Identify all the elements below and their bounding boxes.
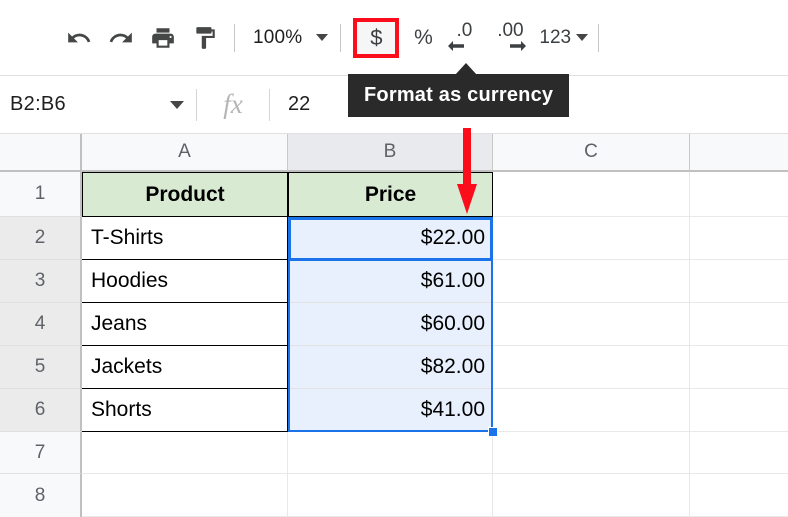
red-down-arrow <box>455 128 479 223</box>
cell-a8[interactable] <box>82 474 288 517</box>
cell-b2[interactable]: $22.00 <box>288 217 493 260</box>
cell-d7[interactable] <box>690 432 788 474</box>
paint-format-button[interactable] <box>184 17 226 59</box>
cell-d4[interactable] <box>690 303 788 346</box>
cell-b5[interactable]: $82.00 <box>288 346 493 389</box>
cell-a6[interactable]: Shorts <box>82 389 288 432</box>
arrow-left-icon <box>446 36 466 58</box>
row-header-4[interactable]: 4 <box>0 303 82 346</box>
select-all-corner[interactable] <box>0 134 82 172</box>
cell-c7[interactable] <box>493 432 690 474</box>
cell-d2[interactable] <box>690 217 788 260</box>
cell-c3[interactable] <box>493 260 690 303</box>
cell-a2[interactable]: T-Shirts <box>82 217 288 260</box>
undo-button[interactable] <box>58 17 100 59</box>
zoom-value: 100% <box>253 26 303 48</box>
name-box-value: B2:B6 <box>10 93 66 115</box>
cell-a5[interactable]: Jackets <box>82 346 288 389</box>
cell-d5[interactable] <box>690 346 788 389</box>
cell-b4[interactable]: $60.00 <box>288 303 493 346</box>
column-header-a[interactable]: A <box>82 134 288 172</box>
toolbar-left-spacer <box>0 37 58 38</box>
decrease-decimal-places-button[interactable]: .0 <box>441 16 487 60</box>
cell-c5[interactable] <box>493 346 690 389</box>
tooltip-pointer <box>455 63 477 75</box>
row-header-2[interactable]: 2 <box>0 217 82 260</box>
row-header-7[interactable]: 7 <box>0 432 82 474</box>
print-icon <box>150 25 176 51</box>
currency-button-wrapper: $ <box>353 17 400 58</box>
cell-d3[interactable] <box>690 260 788 303</box>
cell-b8[interactable] <box>288 474 493 517</box>
name-box[interactable]: B2:B6 <box>0 76 196 133</box>
cell-c8[interactable] <box>493 474 690 517</box>
cell-a3[interactable]: Hoodies <box>82 260 288 303</box>
row-header-1[interactable]: 1 <box>0 172 82 217</box>
currency-icon: $ <box>370 24 383 50</box>
spreadsheet-grid: A B C 1 2 3 4 5 6 7 8 Product Price T-Sh… <box>0 134 788 517</box>
percent-icon: % <box>414 25 433 49</box>
column-header-d[interactable] <box>690 134 788 172</box>
fill-handle[interactable] <box>488 427 498 437</box>
increase-decimal-places-button[interactable]: .00 <box>487 16 533 60</box>
cell-d1[interactable] <box>690 172 788 217</box>
cell-c2[interactable] <box>493 217 690 260</box>
toolbar-divider-3 <box>598 23 600 52</box>
cell-b6[interactable]: $41.00 <box>288 389 493 432</box>
cell-a4[interactable]: Jeans <box>82 303 288 346</box>
cell-d6[interactable] <box>690 389 788 432</box>
chevron-down-icon[interactable] <box>170 100 184 109</box>
arrow-right-icon <box>508 36 528 58</box>
print-button[interactable] <box>142 17 184 59</box>
row-header-3[interactable]: 3 <box>0 260 82 303</box>
cell-b3[interactable]: $61.00 <box>288 260 493 303</box>
fx-icon: fx <box>223 89 243 119</box>
column-header-c[interactable]: C <box>493 134 690 172</box>
toolbar-divider-2 <box>340 23 342 52</box>
format-as-currency-button[interactable]: $ <box>353 17 400 58</box>
cell-b7[interactable] <box>288 432 493 474</box>
undo-icon <box>66 25 92 51</box>
redo-icon <box>108 25 134 51</box>
chevron-down-icon <box>316 34 329 41</box>
row-header-6[interactable]: 6 <box>0 389 82 432</box>
tooltip: Format as currency <box>348 74 570 117</box>
number-format-label: 123 <box>539 26 572 48</box>
cell-d8[interactable] <box>690 474 788 517</box>
cell-a1[interactable]: Product <box>82 172 288 217</box>
toolbar: 100% $ % .0 .00 123 <box>0 0 788 76</box>
format-as-percent-button[interactable]: % <box>405 18 441 58</box>
spreadsheet-app: 100% $ % .0 .00 123 B2:B6 fx 22 A B C 1 … <box>0 0 788 517</box>
cell-c1[interactable] <box>493 172 690 217</box>
toolbar-divider <box>234 23 235 52</box>
chevron-down-icon <box>576 34 589 41</box>
zoom-selector[interactable]: 100% <box>243 21 332 55</box>
row-header-8[interactable]: 8 <box>0 474 82 517</box>
more-formats-button[interactable]: 123 <box>533 20 590 56</box>
cell-c6[interactable] <box>493 389 690 432</box>
redo-button[interactable] <box>100 17 142 59</box>
paint-format-icon <box>192 25 218 51</box>
cell-c4[interactable] <box>493 303 690 346</box>
cell-a7[interactable] <box>82 432 288 474</box>
row-header-5[interactable]: 5 <box>0 346 82 389</box>
